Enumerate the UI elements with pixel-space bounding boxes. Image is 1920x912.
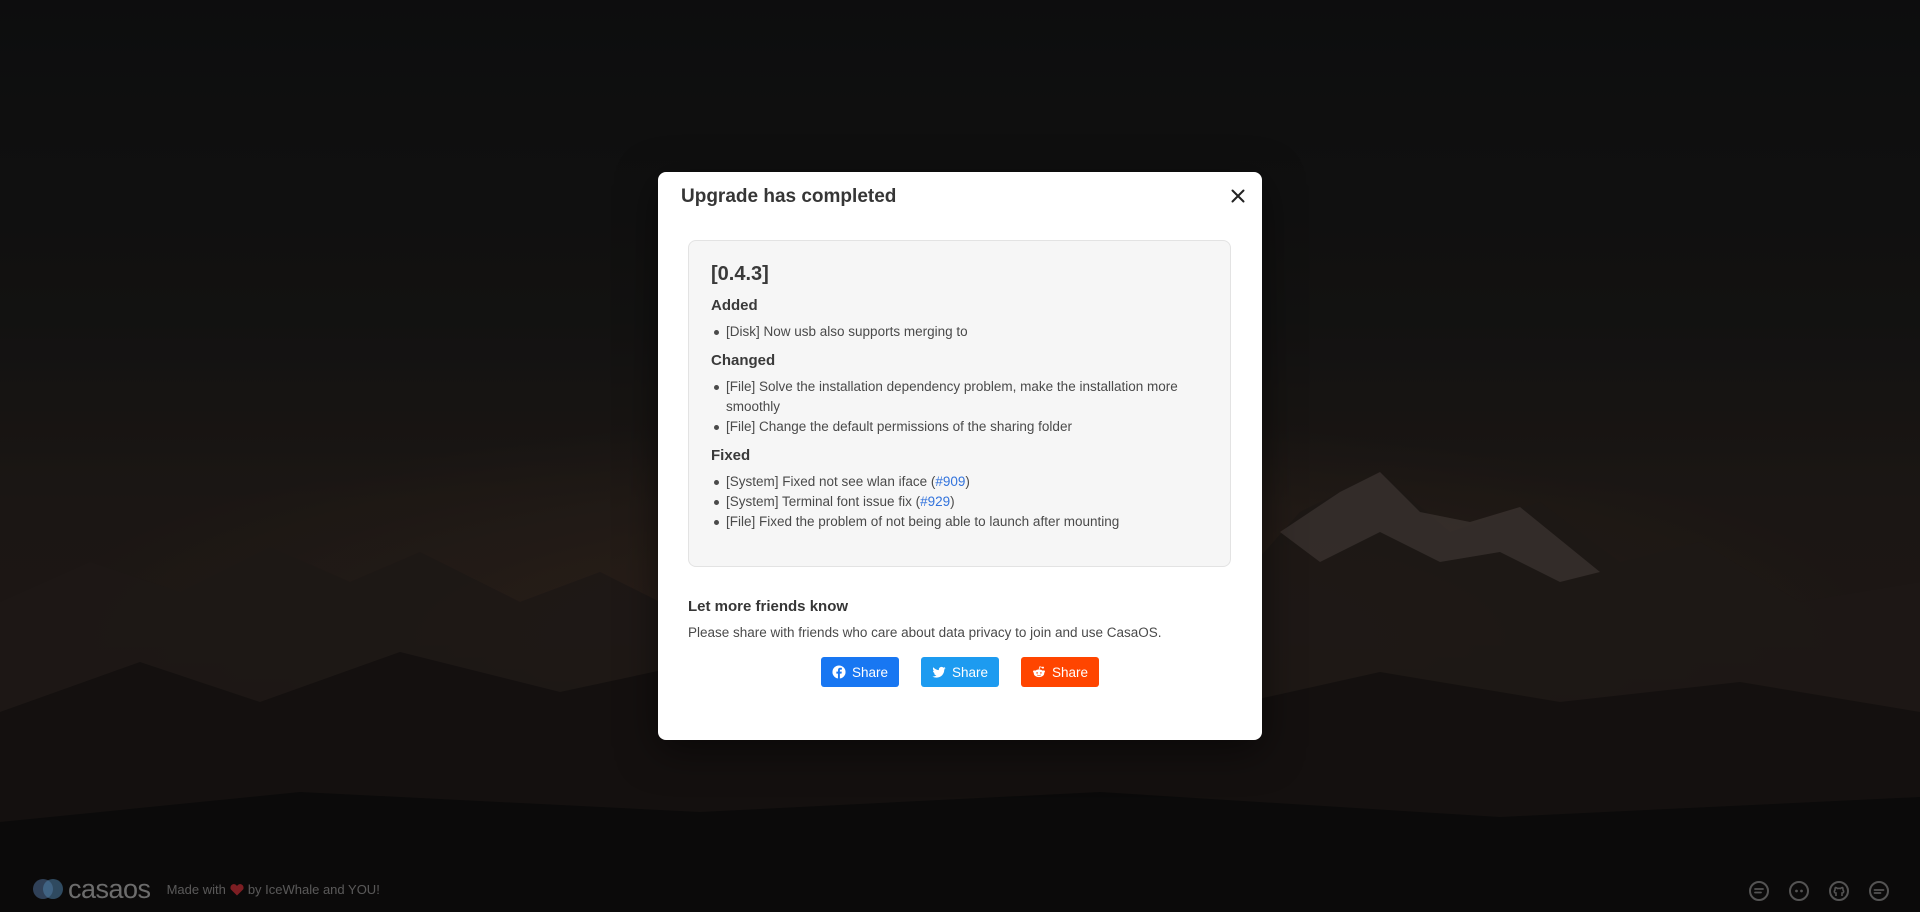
version-heading: [0.4.3] <box>711 263 769 285</box>
list-item-text: ) <box>950 494 955 509</box>
list-item: [File] Change the default permissions of… <box>711 417 1208 437</box>
discord-icon[interactable] <box>1788 880 1810 902</box>
reddit-share-button[interactable]: Share <box>1021 657 1099 687</box>
list-item-text: [System] Terminal font issue fix ( <box>726 494 921 509</box>
list-item: [Disk] Now usb also supports merging to <box>711 322 1208 342</box>
fixed-list: [System] Fixed not see wlan iface (#909)… <box>711 472 1208 532</box>
facebook-icon <box>832 665 846 679</box>
section-heading-changed: Changed <box>711 352 776 369</box>
casaos-logo[interactable]: casaos <box>32 874 151 905</box>
reddit-icon <box>1033 666 1045 678</box>
heart-icon <box>230 883 244 895</box>
share-label: Share <box>1051 664 1089 680</box>
changelog-panel: [0.4.3] Added [Disk] Now usb also suppor… <box>688 240 1231 567</box>
section-heading-added: Added <box>711 297 758 314</box>
footer-icon-bar <box>1748 880 1890 902</box>
list-item-text: [System] Fixed not see wlan iface ( <box>726 474 936 489</box>
casaos-logo-icon <box>33 879 63 899</box>
chat-icon[interactable] <box>1868 880 1890 902</box>
close-icon <box>1231 189 1245 203</box>
logo-text: casaos <box>68 873 151 904</box>
forum-icon[interactable] <box>1748 880 1770 902</box>
footer: casaos Made with by IceWhale and YOU! <box>32 872 380 906</box>
twitter-icon <box>932 666 946 678</box>
share-description: Please share with friends who care about… <box>688 625 1162 640</box>
github-icon[interactable] <box>1828 880 1850 902</box>
section-heading-fixed: Fixed <box>711 447 751 464</box>
made-with-suffix: by IceWhale and YOU! <box>247 881 380 897</box>
upgrade-modal: Upgrade has completed [0.4.3] Added [Dis… <box>658 172 1262 740</box>
list-item: [File] Fixed the problem of not being ab… <box>711 512 1208 532</box>
share-buttons: Share Share Share <box>821 657 1099 687</box>
share-title: Let more friends know <box>688 598 849 615</box>
made-with-prefix: Made with <box>166 881 226 897</box>
twitter-share-button[interactable]: Share <box>921 657 999 687</box>
modal-title: Upgrade has completed <box>681 186 897 207</box>
changed-list: [File] Solve the installation dependency… <box>711 377 1208 437</box>
list-item: [File] Solve the installation dependency… <box>711 377 1208 417</box>
added-list: [Disk] Now usb also supports merging to <box>711 322 1208 342</box>
made-with-text: Made with by IceWhale and YOU! <box>167 882 380 897</box>
close-button[interactable] <box>1226 184 1250 208</box>
share-label: Share <box>951 664 989 680</box>
list-item-text: ) <box>965 474 970 489</box>
issue-link-929[interactable]: #929 <box>920 494 950 509</box>
share-label: Share <box>851 664 889 680</box>
facebook-share-button[interactable]: Share <box>821 657 899 687</box>
list-item: [System] Fixed not see wlan iface (#909) <box>711 472 1208 492</box>
issue-link-909[interactable]: #909 <box>935 474 965 489</box>
list-item: [System] Terminal font issue fix (#929) <box>711 492 1208 512</box>
